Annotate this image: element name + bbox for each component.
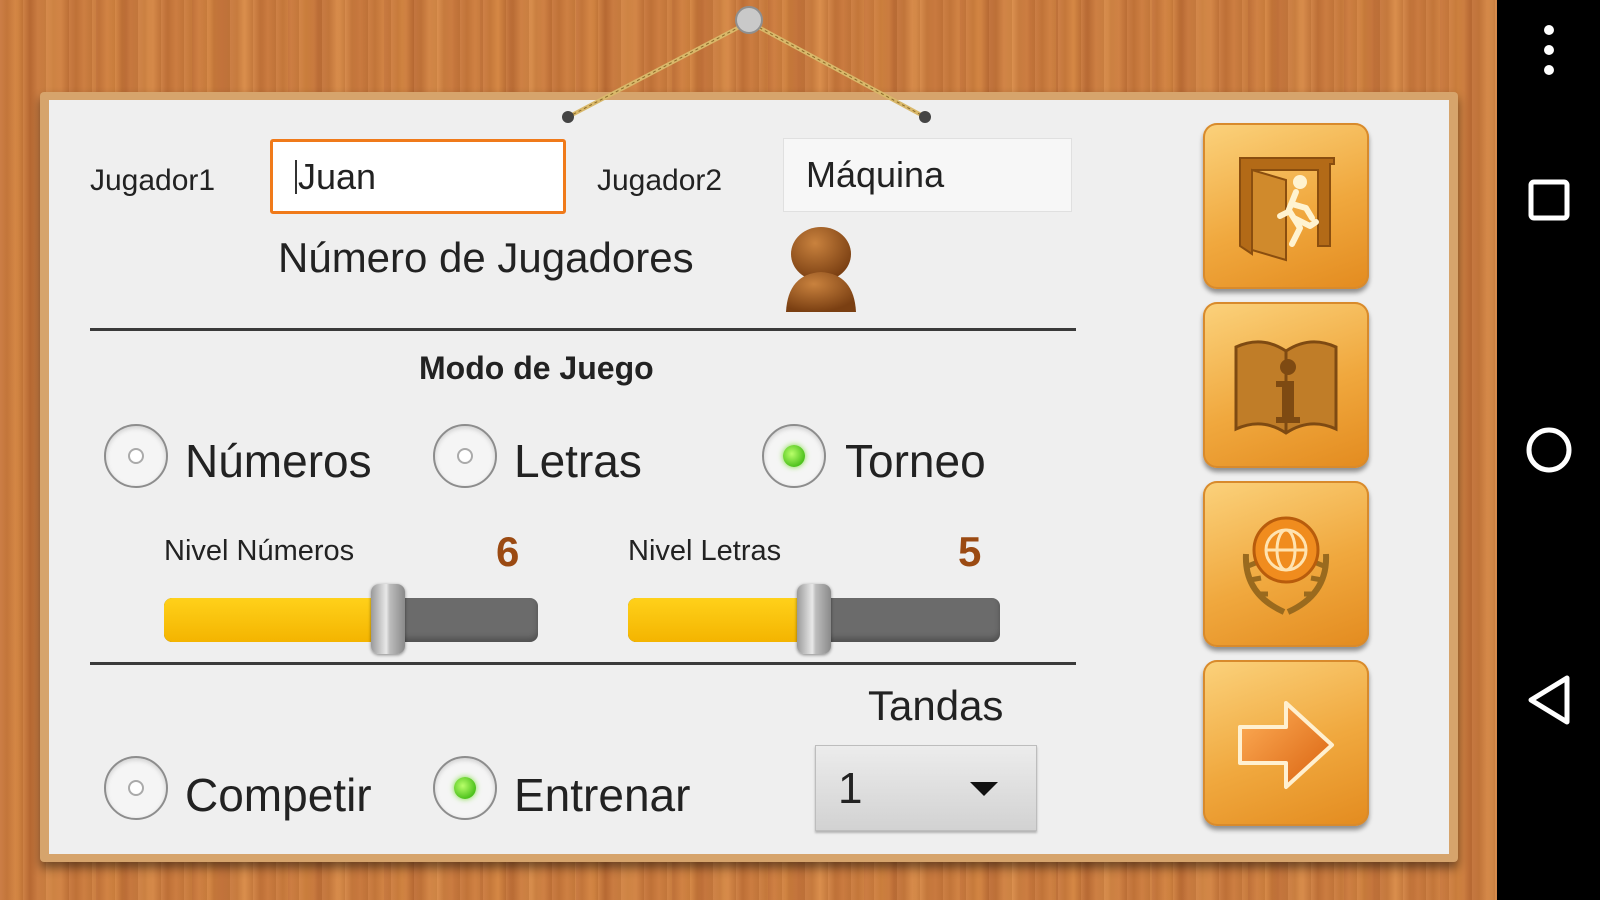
player2-value: Máquina xyxy=(806,154,945,195)
pawn-icon[interactable] xyxy=(778,224,864,316)
radio-entrenar[interactable] xyxy=(433,756,497,820)
radio-letras[interactable] xyxy=(433,424,497,488)
radio-numeros-label: Números xyxy=(185,435,372,487)
recents-square-icon xyxy=(1528,179,1569,221)
online-button[interactable] xyxy=(1203,481,1369,647)
radio-torneo-label: Torneo xyxy=(845,435,986,487)
back-button[interactable] xyxy=(1497,660,1600,740)
home-button[interactable] xyxy=(1497,410,1600,490)
level-letters-value: 5 xyxy=(958,528,982,575)
radio-competir[interactable] xyxy=(104,756,168,820)
divider-bottom xyxy=(90,662,1076,665)
radio-letras-label: Letras xyxy=(514,435,642,487)
player1-value: Juan xyxy=(298,155,377,197)
player2-label: Jugador2 xyxy=(597,164,723,197)
info-book-icon xyxy=(1234,340,1338,435)
home-circle-icon xyxy=(1526,427,1571,473)
recents-button[interactable] xyxy=(1497,160,1600,240)
rounds-label: Tandas xyxy=(868,682,1004,729)
level-numbers-value: 6 xyxy=(496,528,520,575)
radio-entrenar-label: Entrenar xyxy=(514,769,691,821)
rounds-dropdown[interactable]: 1 xyxy=(815,745,1037,831)
radio-torneo[interactable] xyxy=(762,424,826,488)
rounds-dropdown-value: 1 xyxy=(838,764,863,813)
exit-icon xyxy=(1239,157,1335,262)
player2-input[interactable]: Máquina xyxy=(783,138,1072,212)
level-letters-slider-thumb[interactable] xyxy=(797,584,831,654)
player-count-label: Número de Jugadores xyxy=(278,234,694,281)
text-caret xyxy=(295,159,297,194)
overflow-menu-icon xyxy=(1543,25,1554,75)
level-letters-slider[interactable] xyxy=(628,584,1000,654)
level-letters-slider-fill xyxy=(628,598,814,642)
globe-laurel-icon xyxy=(1242,516,1330,615)
radio-competir-label: Competir xyxy=(185,769,372,821)
info-button[interactable] xyxy=(1203,302,1369,468)
level-letters-label: Nivel Letras xyxy=(628,535,782,567)
level-numbers-label: Nivel Números xyxy=(164,535,355,567)
system-nav-bar xyxy=(1497,0,1600,900)
level-numbers-slider-fill xyxy=(164,598,388,642)
player1-label: Jugador1 xyxy=(90,164,216,197)
next-button[interactable] xyxy=(1203,660,1369,826)
level-numbers-slider-thumb[interactable] xyxy=(371,584,405,654)
dropdown-arrow-icon xyxy=(970,782,998,796)
game-mode-title: Modo de Juego xyxy=(419,350,654,386)
next-arrow-icon xyxy=(1238,701,1334,789)
overflow-menu-button[interactable] xyxy=(1497,10,1600,90)
back-triangle-icon xyxy=(1528,675,1569,725)
exit-button[interactable] xyxy=(1203,123,1369,289)
radio-numeros[interactable] xyxy=(104,424,168,488)
level-numbers-slider[interactable] xyxy=(164,584,538,654)
divider-top xyxy=(90,328,1076,331)
player1-input[interactable]: Juan xyxy=(270,139,566,214)
